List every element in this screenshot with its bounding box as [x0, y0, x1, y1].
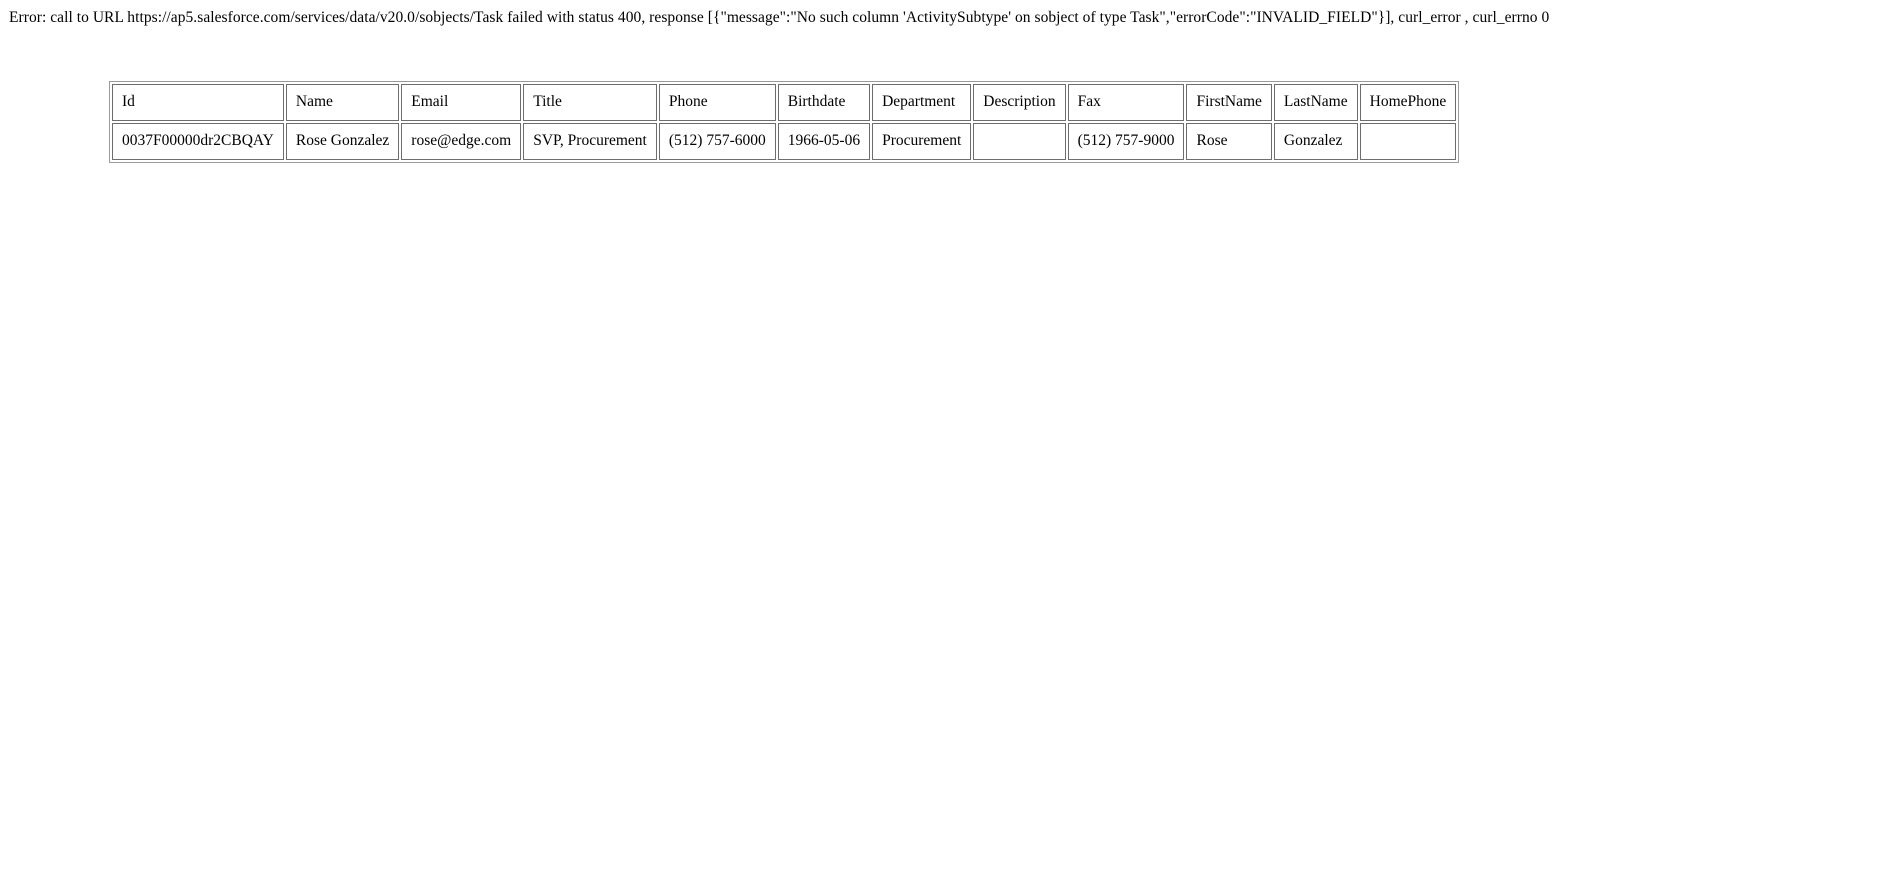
- cell-email: rose@edge.com: [401, 123, 522, 161]
- table-row: 0037F00000dr2CBQAY Rose Gonzalez rose@ed…: [112, 123, 1457, 161]
- cell-lastname: Gonzalez: [1273, 123, 1358, 161]
- column-header-fax: Fax: [1067, 84, 1185, 122]
- column-header-phone: Phone: [658, 84, 776, 122]
- cell-phone: (512) 757-6000: [658, 123, 776, 161]
- contact-result-table: Id Name Email Title Phone Birthdate Depa…: [109, 81, 1460, 164]
- table-header-row: Id Name Email Title Phone Birthdate Depa…: [112, 84, 1457, 122]
- cell-homephone: [1359, 123, 1457, 161]
- column-header-name: Name: [285, 84, 400, 122]
- column-header-lastname: LastName: [1273, 84, 1358, 122]
- cell-title: SVP, Procurement: [523, 123, 657, 161]
- column-header-firstname: FirstName: [1186, 84, 1272, 122]
- cell-id: 0037F00000dr2CBQAY: [112, 123, 284, 161]
- cell-firstname: Rose: [1186, 123, 1272, 161]
- error-message: Error: call to URL https://ap5.salesforc…: [9, 9, 1550, 26]
- column-header-title: Title: [523, 84, 657, 122]
- cell-description: [973, 123, 1066, 161]
- cell-name: Rose Gonzalez: [285, 123, 400, 161]
- column-header-id: Id: [112, 84, 284, 122]
- column-header-email: Email: [401, 84, 522, 122]
- cell-fax: (512) 757-9000: [1067, 123, 1185, 161]
- cell-department: Procurement: [872, 123, 972, 161]
- cell-birthdate: 1966-05-06: [777, 123, 871, 161]
- result-table-container: Id Name Email Title Phone Birthdate Depa…: [0, 26, 1903, 164]
- column-header-homephone: HomePhone: [1359, 84, 1457, 122]
- column-header-description: Description: [973, 84, 1066, 122]
- column-header-department: Department: [872, 84, 972, 122]
- column-header-birthdate: Birthdate: [777, 84, 871, 122]
